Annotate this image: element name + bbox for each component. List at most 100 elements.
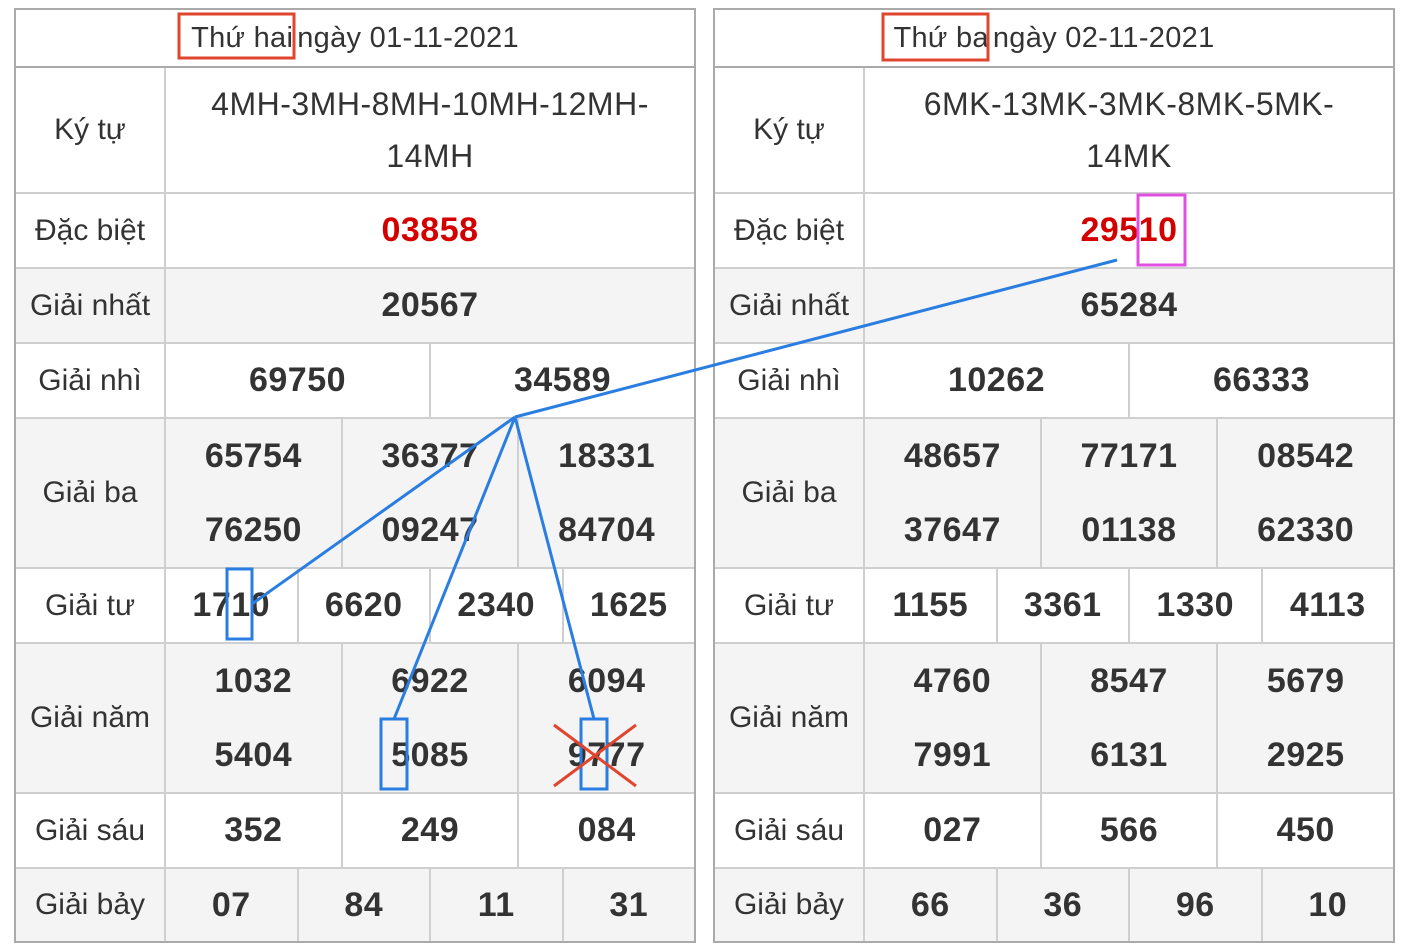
- prize-number: 084: [577, 811, 636, 849]
- prize-number: 4113: [1289, 586, 1366, 624]
- row-giai-nhi: Giải nhì 69750 34589: [16, 344, 694, 419]
- ky-tu-line1: 4MH-3MH-8MH-10MH-12MH-: [211, 86, 649, 122]
- prize-number: 352: [224, 811, 283, 849]
- row-giai-nhat: Giải nhất 65284: [715, 269, 1393, 344]
- weekday-label: Thứ ba: [893, 21, 989, 54]
- row-label: Giải bảy: [16, 869, 166, 941]
- prize-number: 1155: [892, 586, 969, 624]
- ky-tu-line2: 14MH: [386, 138, 474, 174]
- prize-number: 76250: [204, 510, 302, 549]
- row-label: Giải năm: [16, 644, 166, 792]
- prize-number: 66: [910, 885, 950, 924]
- row-ky-tu: Ký tự 6MK-13MK-3MK-8MK-5MK- 14MK: [715, 68, 1393, 194]
- row-ky-tu: Ký tự 4MH-3MH-8MH-10MH-12MH- 14MH: [16, 68, 694, 194]
- prize-number: 450: [1276, 811, 1335, 849]
- row-giai-ba: Giải ba 65754 36377 18331 76250 09247 84…: [16, 419, 694, 569]
- prize-number: 2925: [1266, 735, 1345, 774]
- prize-number: 9777: [567, 735, 646, 774]
- prize-number: 31: [609, 885, 649, 924]
- prize-number: 62330: [1257, 510, 1355, 549]
- prize-number: 1330: [1156, 586, 1235, 624]
- prize-number: 2340: [457, 586, 536, 624]
- row-giai-bay: Giải bảy 66 36 96 10: [715, 869, 1393, 941]
- prize-number: 7991: [913, 735, 992, 774]
- row-label: Giải tư: [16, 569, 166, 642]
- row-label: Đặc biệt: [16, 194, 166, 267]
- prize-number: 36: [1043, 885, 1083, 924]
- prize-number: 5404: [214, 735, 293, 774]
- prize-number: 65754: [204, 436, 302, 475]
- prize-number: 07: [211, 885, 251, 924]
- date-header: Thứ hai ngày 01-11-2021: [16, 10, 694, 68]
- date-label: ngày 02-11-2021: [992, 21, 1215, 54]
- row-label: Giải năm: [715, 644, 865, 792]
- prize-number: 5085: [391, 735, 469, 774]
- prize-number: 10: [1308, 885, 1348, 924]
- prize-number: 48657: [903, 436, 1001, 475]
- date-label: ngày 01-11-2021: [297, 21, 519, 54]
- prize-number: 34589: [513, 361, 612, 399]
- prize-number: 4760: [913, 661, 992, 700]
- weekday-label: Thứ hai: [191, 21, 294, 54]
- row-label: Đặc biệt: [715, 194, 865, 267]
- prize-number: 6094: [567, 661, 646, 700]
- row-label: Giải sáu: [715, 794, 865, 867]
- first-prize: 65284: [1080, 286, 1178, 324]
- row-label: Giải sáu: [16, 794, 166, 867]
- row-giai-tu: Giải tư 1710 6620 2340 1625: [16, 569, 694, 644]
- prize-number: 69750: [248, 361, 347, 399]
- prize-number: 84704: [558, 510, 656, 549]
- prize-number: 66333: [1212, 361, 1311, 399]
- prize-number: 09247: [381, 510, 479, 549]
- row-label: Giải nhất: [16, 269, 166, 342]
- prize-number: 10262: [947, 361, 1046, 399]
- prize-number: 11: [477, 885, 515, 924]
- first-prize: 20567: [381, 286, 479, 324]
- special-prize: 29510: [1080, 211, 1178, 249]
- row-label: Giải ba: [715, 419, 865, 567]
- row-dac-biet: Đặc biệt 03858: [16, 194, 694, 269]
- prize-number: 1625: [589, 586, 668, 624]
- prize-number: 96: [1175, 885, 1215, 924]
- row-giai-nhi: Giải nhì 10262 66333: [715, 344, 1393, 419]
- result-table-left: Thứ hai ngày 01-11-2021 Ký tự 4MH-3MH-8M…: [14, 8, 696, 943]
- row-label: Giải nhì: [715, 344, 865, 417]
- row-label: Giải nhất: [715, 269, 865, 342]
- prize-number: 249: [400, 811, 460, 849]
- prize-number: 36377: [381, 436, 479, 475]
- ky-tu-line2: 14MK: [1086, 138, 1172, 174]
- prize-number: 8547: [1090, 661, 1168, 700]
- row-label: Giải nhì: [16, 344, 166, 417]
- date-header: Thứ ba ngày 02-11-2021: [715, 10, 1393, 68]
- prize-number: 1710: [192, 586, 271, 624]
- row-giai-sau: Giải sáu 352 249 084: [16, 794, 694, 869]
- result-table-right: Thứ ba ngày 02-11-2021 Ký tự 6MK-13MK-3M…: [713, 8, 1395, 943]
- prize-number: 6620: [324, 586, 403, 624]
- prize-number: 3361: [1023, 586, 1102, 624]
- prize-number: 6131: [1090, 735, 1168, 774]
- row-giai-bay: Giải bảy 07 84 11 31: [16, 869, 694, 941]
- special-prize: 03858: [381, 211, 479, 249]
- row-label: Ký tự: [16, 68, 166, 192]
- row-giai-sau: Giải sáu 027 566 450: [715, 794, 1393, 869]
- row-giai-nam: Giải năm 4760 8547 5679 7991 6131 2925: [715, 644, 1393, 794]
- prize-number: 37647: [903, 510, 1001, 549]
- prize-number: 1032: [214, 661, 293, 700]
- prize-number: 77171: [1080, 436, 1178, 475]
- row-label: Giải ba: [16, 419, 166, 567]
- row-label: Ký tự: [715, 68, 865, 192]
- prize-number: 6922: [391, 661, 469, 700]
- prize-number: 18331: [558, 436, 656, 475]
- row-giai-tu: Giải tư 1155 3361 1330 4113: [715, 569, 1393, 644]
- row-giai-nam: Giải năm 1032 6922 6094 5404 5085 9777: [16, 644, 694, 794]
- row-dac-biet: Đặc biệt 29510: [715, 194, 1393, 269]
- prize-number: 5679: [1266, 661, 1345, 700]
- prize-number: 566: [1099, 811, 1159, 849]
- row-label: Giải bảy: [715, 869, 865, 941]
- ky-tu-line1: 6MK-13MK-3MK-8MK-5MK-: [923, 86, 1335, 122]
- row-label: Giải tư: [715, 569, 865, 642]
- prize-number: 84: [344, 885, 384, 924]
- row-giai-ba: Giải ba 48657 77171 08542 37647 01138 62…: [715, 419, 1393, 569]
- row-giai-nhat: Giải nhất 20567: [16, 269, 694, 344]
- prize-number: 08542: [1257, 436, 1355, 475]
